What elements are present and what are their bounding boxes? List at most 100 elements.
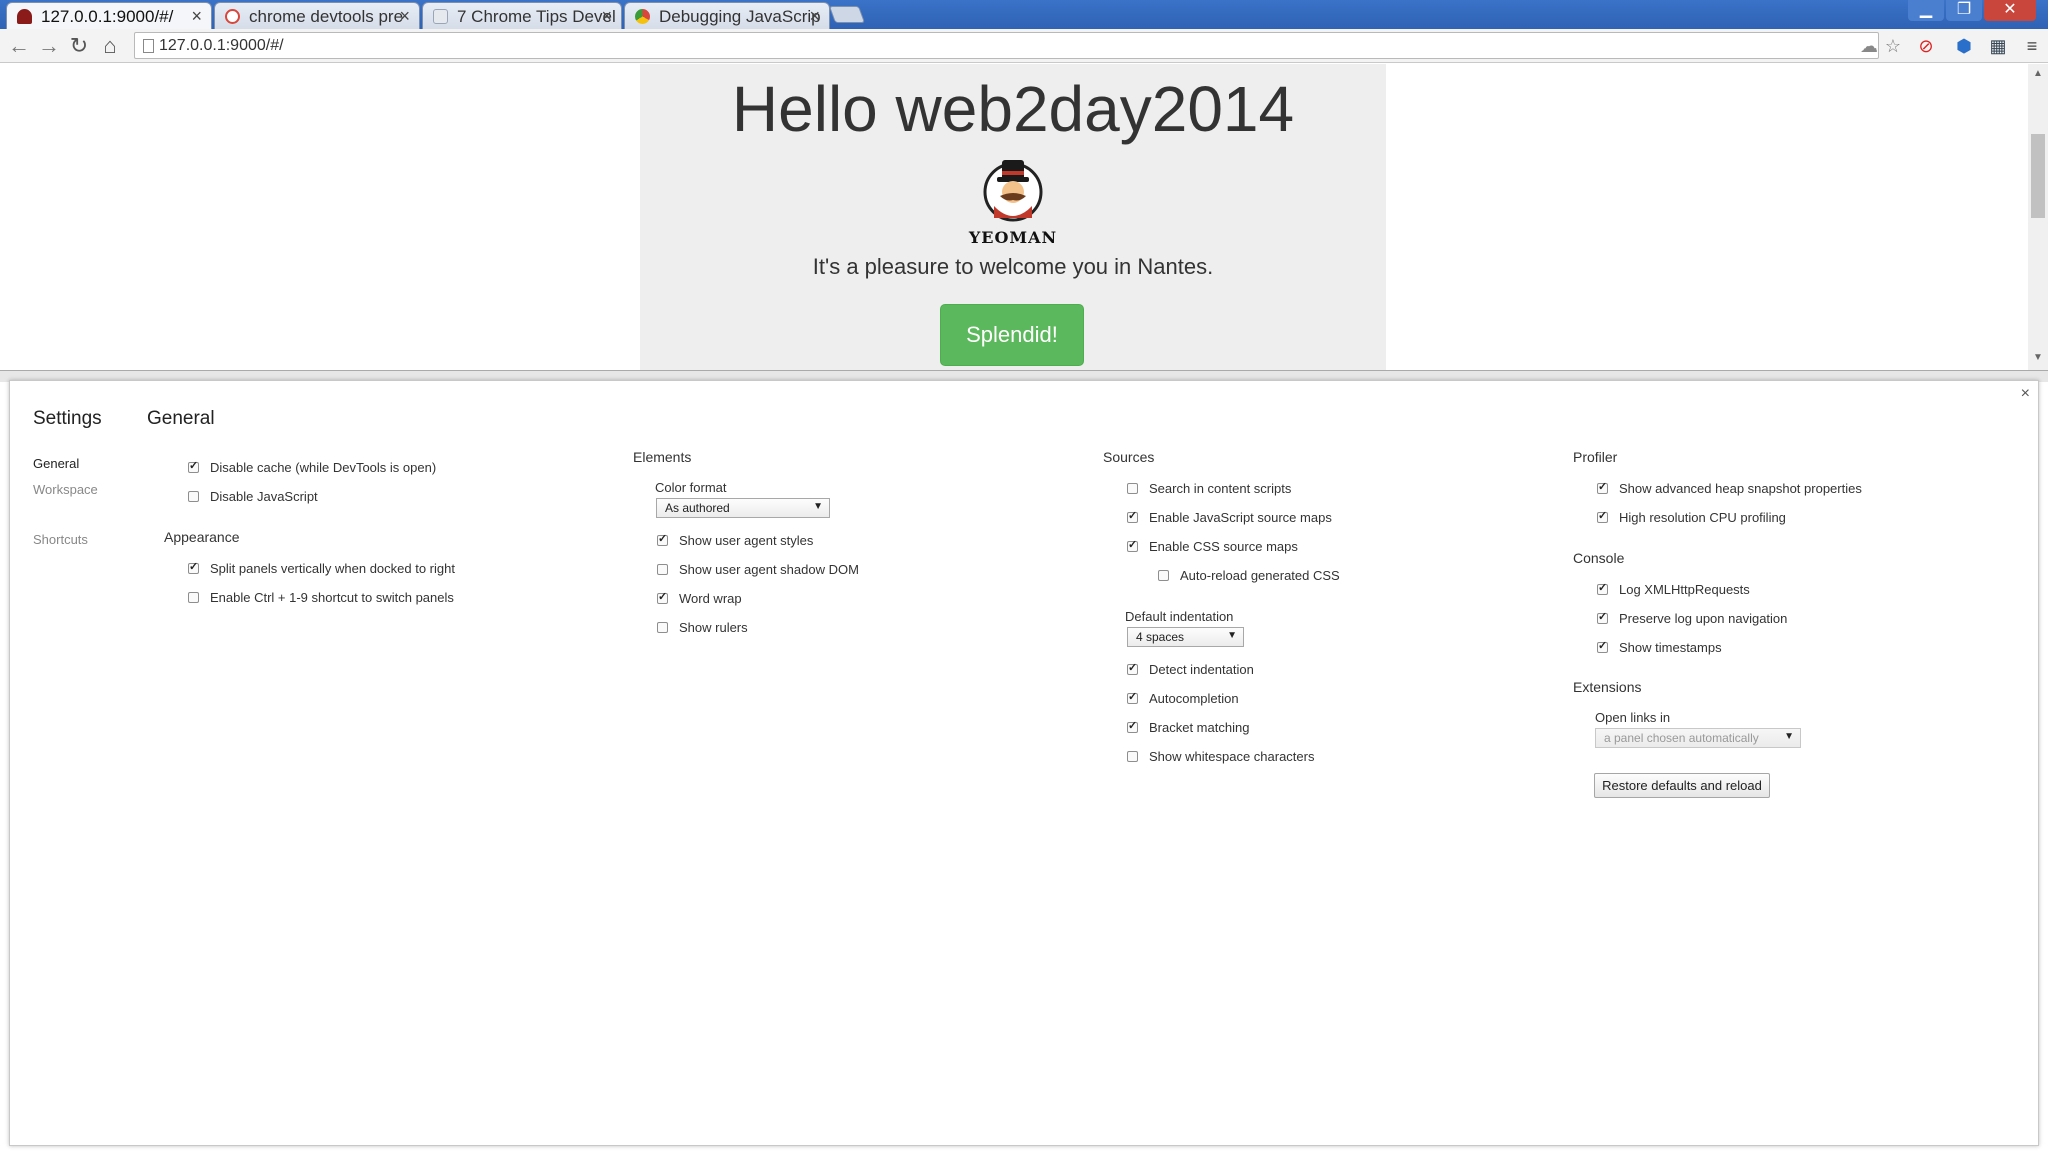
- checkbox[interactable]: [657, 622, 668, 633]
- cpu-profiling-checkbox[interactable]: High resolution CPU profiling: [1597, 509, 1786, 528]
- menu-icon[interactable]: ≡: [2020, 34, 2044, 58]
- content-scripts-checkbox[interactable]: Search in content scripts: [1127, 481, 1291, 499]
- calendar-icon[interactable]: ▦: [1986, 34, 2010, 58]
- extension-icon[interactable]: ⬢: [1952, 34, 1976, 58]
- window-close-button[interactable]: ✕: [1984, 0, 2036, 21]
- checkbox[interactable]: [1597, 509, 1608, 523]
- checkbox[interactable]: [1127, 661, 1138, 675]
- checkbox[interactable]: [1127, 483, 1138, 494]
- detect-indentation-checkbox[interactable]: Detect indentation: [1127, 661, 1254, 680]
- splendid-button[interactable]: Splendid!: [940, 304, 1084, 366]
- dropdown-arrow-icon: ▼: [1227, 630, 1237, 641]
- close-icon[interactable]: ×: [191, 6, 202, 27]
- checkbox-label: Show rulers: [679, 620, 748, 635]
- tab-title: 127.0.0.1:9000/#/: [41, 7, 174, 26]
- checkbox[interactable]: [188, 560, 199, 574]
- default-indentation-label: Default indentation: [1125, 609, 1234, 624]
- checkbox-label: Preserve log upon navigation: [1619, 611, 1788, 626]
- close-icon[interactable]: ×: [809, 6, 820, 27]
- checkbox[interactable]: [1597, 610, 1608, 624]
- tab-localhost[interactable]: 127.0.0.1:9000/#/ ×: [6, 2, 212, 29]
- checkbox[interactable]: [1127, 751, 1138, 762]
- user-agent-styles-checkbox[interactable]: Show user agent styles: [657, 532, 813, 551]
- reader-icon[interactable]: ☁: [1857, 34, 1881, 58]
- auto-reload-css-checkbox[interactable]: Auto-reload generated CSS: [1158, 568, 1340, 586]
- extensions-section-title: Extensions: [1573, 679, 1642, 695]
- restore-defaults-button[interactable]: Restore defaults and reload: [1594, 773, 1770, 798]
- open-links-select[interactable]: a panel chosen automatically ▼: [1595, 728, 1801, 748]
- close-icon[interactable]: ×: [601, 6, 612, 27]
- checkbox[interactable]: [657, 532, 668, 546]
- tab-debugging-javascript[interactable]: Debugging JavaScrip ×: [624, 2, 830, 29]
- settings-heading: General: [147, 408, 215, 429]
- split-panels-checkbox[interactable]: Split panels vertically when docked to r…: [188, 560, 455, 579]
- back-button[interactable]: ←: [6, 33, 32, 59]
- page-icon: [433, 9, 448, 24]
- scroll-up-icon[interactable]: ▲: [2032, 68, 2044, 79]
- checkbox[interactable]: [1158, 570, 1169, 581]
- adblock-icon[interactable]: ⊘: [1914, 34, 1938, 58]
- whitespace-characters-checkbox[interactable]: Show whitespace characters: [1127, 749, 1314, 767]
- heap-snapshot-checkbox[interactable]: Show advanced heap snapshot properties: [1597, 480, 1862, 499]
- close-icon[interactable]: ×: [2021, 385, 2030, 403]
- checkbox[interactable]: [1597, 480, 1608, 494]
- checkbox[interactable]: [657, 590, 668, 604]
- color-format-select[interactable]: As authored ▼: [656, 498, 830, 518]
- color-format-label: Color format: [655, 480, 727, 495]
- checkbox[interactable]: [1597, 639, 1608, 653]
- css-source-maps-checkbox[interactable]: Enable CSS source maps: [1127, 538, 1298, 557]
- checkbox[interactable]: [657, 564, 668, 575]
- checkbox-label: Enable Ctrl + 1-9 shortcut to switch pan…: [210, 590, 454, 605]
- checkbox[interactable]: [188, 459, 199, 473]
- checkbox-label: Auto-reload generated CSS: [1180, 568, 1340, 583]
- sidebar-item-general[interactable]: General: [33, 456, 79, 471]
- close-icon[interactable]: ×: [399, 6, 410, 27]
- tab-title: chrome devtools pre: [249, 7, 404, 26]
- select-value: As authored: [665, 501, 730, 515]
- indentation-select[interactable]: 4 spaces ▼: [1127, 627, 1244, 647]
- bracket-matching-checkbox[interactable]: Bracket matching: [1127, 719, 1250, 738]
- checkbox[interactable]: [1597, 581, 1608, 595]
- console-section-title: Console: [1573, 550, 1625, 566]
- checkbox[interactable]: [188, 592, 199, 603]
- maximize-button[interactable]: ❐: [1946, 0, 1982, 21]
- autocompletion-checkbox[interactable]: Autocompletion: [1127, 690, 1239, 709]
- minimize-button[interactable]: ▁: [1908, 0, 1944, 21]
- checkbox[interactable]: [1127, 690, 1138, 704]
- disable-cache-checkbox[interactable]: Disable cache (while DevTools is open): [188, 459, 436, 478]
- ctrl-shortcut-checkbox[interactable]: Enable Ctrl + 1-9 shortcut to switch pan…: [188, 590, 454, 608]
- tab-chrome-tips[interactable]: 7 Chrome Tips Devel ×: [422, 2, 622, 29]
- word-wrap-checkbox[interactable]: Word wrap: [657, 590, 742, 609]
- checkbox[interactable]: [1127, 719, 1138, 733]
- sidebar-item-workspace[interactable]: Workspace: [33, 482, 98, 497]
- sidebar-item-shortcuts[interactable]: Shortcuts: [33, 532, 88, 547]
- open-links-label: Open links in: [1595, 710, 1671, 725]
- show-rulers-checkbox[interactable]: Show rulers: [657, 620, 748, 638]
- checkbox-label: Split panels vertically when docked to r…: [210, 561, 455, 576]
- checkbox[interactable]: [188, 491, 199, 502]
- disable-javascript-checkbox[interactable]: Disable JavaScript: [188, 489, 318, 507]
- page-scrollbar[interactable]: ▲ ▼: [2028, 64, 2048, 370]
- log-xhr-checkbox[interactable]: Log XMLHttpRequests: [1597, 581, 1750, 600]
- new-tab-button[interactable]: [828, 6, 866, 23]
- home-button[interactable]: ⌂: [97, 33, 123, 59]
- shadow-dom-checkbox[interactable]: Show user agent shadow DOM: [657, 562, 859, 580]
- scroll-down-icon[interactable]: ▼: [2032, 352, 2044, 363]
- url-input[interactable]: [159, 35, 1759, 57]
- scrollbar-thumb[interactable]: [2031, 134, 2045, 218]
- jumbotron: Hello web2day2014 YEOMAN It's a pleasure…: [640, 64, 1386, 370]
- forward-button[interactable]: →: [36, 33, 62, 59]
- reload-button[interactable]: ↻: [66, 33, 92, 59]
- yeoman-logo: [983, 160, 1043, 222]
- address-bar[interactable]: [134, 32, 1879, 59]
- page-title: Hello web2day2014: [731, 73, 1295, 145]
- checkbox[interactable]: [1127, 538, 1138, 552]
- checkbox[interactable]: [1127, 509, 1138, 523]
- star-icon[interactable]: ☆: [1881, 34, 1905, 58]
- checkbox-label: Bracket matching: [1149, 720, 1250, 735]
- js-source-maps-checkbox[interactable]: Enable JavaScript source maps: [1127, 509, 1332, 528]
- preserve-log-checkbox[interactable]: Preserve log upon navigation: [1597, 610, 1788, 629]
- chrome-icon: [635, 9, 650, 24]
- show-timestamps-checkbox[interactable]: Show timestamps: [1597, 639, 1722, 658]
- tab-chrome-devtools[interactable]: chrome devtools pre ×: [214, 2, 420, 29]
